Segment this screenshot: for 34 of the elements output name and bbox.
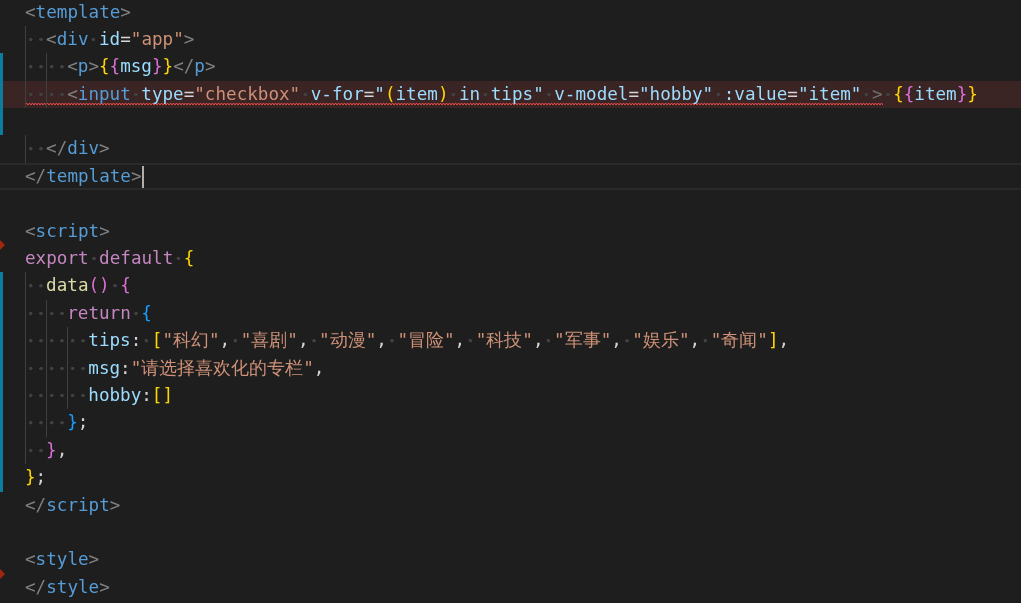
code-line: data() { [25, 272, 131, 300]
code-line: <template> [25, 0, 131, 24]
modified-line-marker[interactable] [0, 381, 3, 410]
code-line: </div> [25, 135, 110, 163]
code-line: export default { [25, 245, 195, 273]
code-line: }; [25, 409, 89, 437]
code-line: </style> [25, 575, 110, 599]
modified-line-marker[interactable] [0, 299, 3, 328]
deleted-line-marker[interactable] [0, 568, 5, 579]
code-line: }; [25, 466, 47, 490]
modified-line-marker[interactable] [0, 53, 3, 81]
code-line: <script> [25, 219, 110, 243]
modified-line-marker[interactable] [0, 80, 3, 109]
code-line: }, [25, 436, 68, 465]
code-line: <style> [25, 548, 100, 572]
code-text: {{item}} [882, 80, 978, 109]
modified-line-marker[interactable] [0, 436, 3, 465]
code-line: <p>{{msg}}</p> [25, 53, 216, 81]
code-line: <div id="app"> [25, 25, 195, 54]
modified-line-marker[interactable] [0, 464, 3, 492]
deleted-line-marker[interactable] [0, 240, 5, 250]
code-line: </template> [25, 164, 142, 188]
code-line: </script> [25, 493, 121, 517]
text-cursor [141, 165, 144, 188]
code-line: hobby:[] [25, 381, 174, 410]
code-line: return { [25, 299, 152, 328]
modified-line-marker[interactable] [0, 327, 3, 355]
modified-line-marker[interactable] [0, 272, 3, 300]
code-line: msg:"请选择喜欢化的专栏", [25, 354, 325, 382]
modified-line-marker[interactable] [0, 108, 3, 136]
modified-line-marker[interactable] [0, 409, 3, 437]
modified-line-marker[interactable] [0, 354, 3, 382]
underlined-code: <input type="checkbox" v-for="(item) in tips" v-model="hobby" :value="item" > [25, 80, 883, 109]
code-line: tips: ["科幻", "喜剧", "动漫", "冒险", "科技", "军事", "娱乐", "奇闻"], [25, 327, 790, 355]
